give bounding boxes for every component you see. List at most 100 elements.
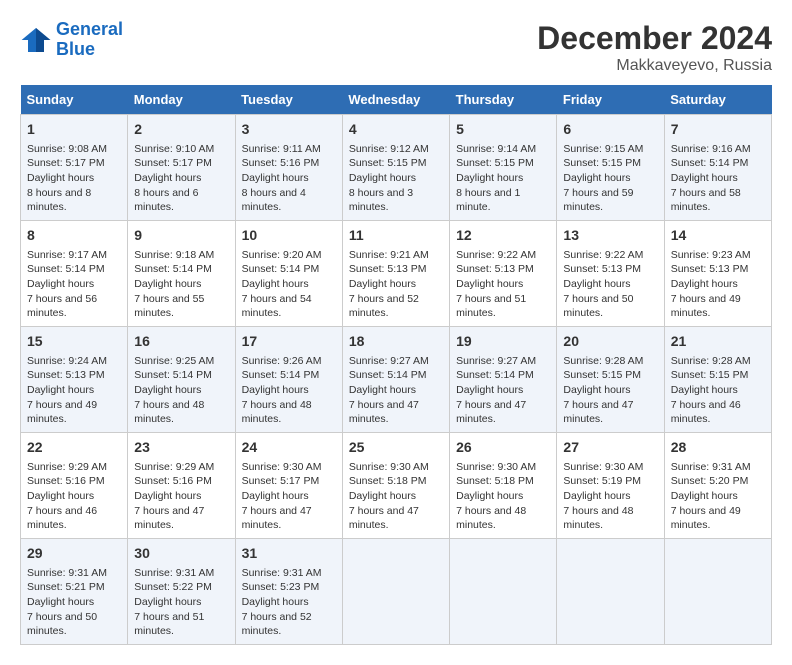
calendar-cell: 31Sunrise: 9:31 AMSunset: 5:23 PMDayligh…	[235, 539, 342, 645]
day-info: Sunrise: 9:12 AMSunset: 5:15 PMDaylight …	[349, 142, 443, 215]
day-info: Sunrise: 9:30 AMSunset: 5:19 PMDaylight …	[563, 460, 657, 533]
weekday-header: Tuesday	[235, 85, 342, 115]
day-number: 6	[563, 120, 657, 140]
day-number: 14	[671, 226, 765, 246]
page-header: General Blue December 2024 Makkaveyevo, …	[20, 20, 772, 75]
logo-text: General Blue	[56, 20, 123, 60]
day-number: 12	[456, 226, 550, 246]
calendar-cell: 6Sunrise: 9:15 AMSunset: 5:15 PMDaylight…	[557, 115, 664, 221]
day-info: Sunrise: 9:14 AMSunset: 5:15 PMDaylight …	[456, 142, 550, 215]
day-number: 5	[456, 120, 550, 140]
day-info: Sunrise: 9:20 AMSunset: 5:14 PMDaylight …	[242, 248, 336, 321]
calendar-cell: 13Sunrise: 9:22 AMSunset: 5:13 PMDayligh…	[557, 221, 664, 327]
calendar-cell: 9Sunrise: 9:18 AMSunset: 5:14 PMDaylight…	[128, 221, 235, 327]
calendar-week-row: 22Sunrise: 9:29 AMSunset: 5:16 PMDayligh…	[21, 433, 772, 539]
calendar-cell: 28Sunrise: 9:31 AMSunset: 5:20 PMDayligh…	[664, 433, 771, 539]
day-number: 24	[242, 438, 336, 458]
calendar-cell: 15Sunrise: 9:24 AMSunset: 5:13 PMDayligh…	[21, 327, 128, 433]
day-info: Sunrise: 9:22 AMSunset: 5:13 PMDaylight …	[456, 248, 550, 321]
location: Makkaveyevo, Russia	[537, 57, 772, 75]
calendar-table: SundayMondayTuesdayWednesdayThursdayFrid…	[20, 85, 772, 645]
calendar-cell: 4Sunrise: 9:12 AMSunset: 5:15 PMDaylight…	[342, 115, 449, 221]
day-info: Sunrise: 9:24 AMSunset: 5:13 PMDaylight …	[27, 354, 121, 427]
day-info: Sunrise: 9:21 AMSunset: 5:13 PMDaylight …	[349, 248, 443, 321]
calendar-cell: 7Sunrise: 9:16 AMSunset: 5:14 PMDaylight…	[664, 115, 771, 221]
logo-icon	[20, 24, 52, 56]
calendar-cell: 18Sunrise: 9:27 AMSunset: 5:14 PMDayligh…	[342, 327, 449, 433]
day-info: Sunrise: 9:16 AMSunset: 5:14 PMDaylight …	[671, 142, 765, 215]
day-number: 15	[27, 332, 121, 352]
day-number: 4	[349, 120, 443, 140]
title-block: December 2024 Makkaveyevo, Russia	[537, 20, 772, 75]
calendar-cell: 20Sunrise: 9:28 AMSunset: 5:15 PMDayligh…	[557, 327, 664, 433]
day-number: 20	[563, 332, 657, 352]
calendar-cell: 3Sunrise: 9:11 AMSunset: 5:16 PMDaylight…	[235, 115, 342, 221]
day-info: Sunrise: 9:22 AMSunset: 5:13 PMDaylight …	[563, 248, 657, 321]
calendar-week-row: 1Sunrise: 9:08 AMSunset: 5:17 PMDaylight…	[21, 115, 772, 221]
weekday-header: Saturday	[664, 85, 771, 115]
calendar-cell: 5Sunrise: 9:14 AMSunset: 5:15 PMDaylight…	[450, 115, 557, 221]
calendar-cell: 1Sunrise: 9:08 AMSunset: 5:17 PMDaylight…	[21, 115, 128, 221]
calendar-cell: 23Sunrise: 9:29 AMSunset: 5:16 PMDayligh…	[128, 433, 235, 539]
weekday-header: Thursday	[450, 85, 557, 115]
day-info: Sunrise: 9:23 AMSunset: 5:13 PMDaylight …	[671, 248, 765, 321]
day-info: Sunrise: 9:30 AMSunset: 5:17 PMDaylight …	[242, 460, 336, 533]
day-info: Sunrise: 9:31 AMSunset: 5:21 PMDaylight …	[27, 566, 121, 639]
weekday-header: Wednesday	[342, 85, 449, 115]
calendar-cell	[664, 539, 771, 645]
day-number: 17	[242, 332, 336, 352]
day-number: 2	[134, 120, 228, 140]
day-info: Sunrise: 9:27 AMSunset: 5:14 PMDaylight …	[349, 354, 443, 427]
day-number: 28	[671, 438, 765, 458]
day-number: 27	[563, 438, 657, 458]
day-number: 9	[134, 226, 228, 246]
day-number: 22	[27, 438, 121, 458]
day-info: Sunrise: 9:27 AMSunset: 5:14 PMDaylight …	[456, 354, 550, 427]
day-number: 11	[349, 226, 443, 246]
calendar-cell: 16Sunrise: 9:25 AMSunset: 5:14 PMDayligh…	[128, 327, 235, 433]
day-number: 26	[456, 438, 550, 458]
calendar-cell: 26Sunrise: 9:30 AMSunset: 5:18 PMDayligh…	[450, 433, 557, 539]
calendar-cell: 14Sunrise: 9:23 AMSunset: 5:13 PMDayligh…	[664, 221, 771, 327]
calendar-cell: 12Sunrise: 9:22 AMSunset: 5:13 PMDayligh…	[450, 221, 557, 327]
weekday-header: Monday	[128, 85, 235, 115]
day-info: Sunrise: 9:11 AMSunset: 5:16 PMDaylight …	[242, 142, 336, 215]
day-number: 3	[242, 120, 336, 140]
day-info: Sunrise: 9:29 AMSunset: 5:16 PMDaylight …	[134, 460, 228, 533]
day-number: 8	[27, 226, 121, 246]
calendar-cell: 11Sunrise: 9:21 AMSunset: 5:13 PMDayligh…	[342, 221, 449, 327]
calendar-cell	[342, 539, 449, 645]
day-info: Sunrise: 9:28 AMSunset: 5:15 PMDaylight …	[563, 354, 657, 427]
calendar-cell: 8Sunrise: 9:17 AMSunset: 5:14 PMDaylight…	[21, 221, 128, 327]
calendar-cell: 27Sunrise: 9:30 AMSunset: 5:19 PMDayligh…	[557, 433, 664, 539]
day-info: Sunrise: 9:10 AMSunset: 5:17 PMDaylight …	[134, 142, 228, 215]
day-number: 18	[349, 332, 443, 352]
day-info: Sunrise: 9:30 AMSunset: 5:18 PMDaylight …	[456, 460, 550, 533]
day-info: Sunrise: 9:31 AMSunset: 5:22 PMDaylight …	[134, 566, 228, 639]
calendar-cell: 29Sunrise: 9:31 AMSunset: 5:21 PMDayligh…	[21, 539, 128, 645]
day-info: Sunrise: 9:29 AMSunset: 5:16 PMDaylight …	[27, 460, 121, 533]
calendar-week-row: 29Sunrise: 9:31 AMSunset: 5:21 PMDayligh…	[21, 539, 772, 645]
day-info: Sunrise: 9:15 AMSunset: 5:15 PMDaylight …	[563, 142, 657, 215]
calendar-cell	[557, 539, 664, 645]
day-number: 23	[134, 438, 228, 458]
day-number: 19	[456, 332, 550, 352]
weekday-header: Sunday	[21, 85, 128, 115]
day-info: Sunrise: 9:30 AMSunset: 5:18 PMDaylight …	[349, 460, 443, 533]
day-info: Sunrise: 9:31 AMSunset: 5:23 PMDaylight …	[242, 566, 336, 639]
calendar-cell	[450, 539, 557, 645]
day-number: 16	[134, 332, 228, 352]
calendar-cell: 17Sunrise: 9:26 AMSunset: 5:14 PMDayligh…	[235, 327, 342, 433]
calendar-week-row: 8Sunrise: 9:17 AMSunset: 5:14 PMDaylight…	[21, 221, 772, 327]
calendar-cell: 2Sunrise: 9:10 AMSunset: 5:17 PMDaylight…	[128, 115, 235, 221]
day-info: Sunrise: 9:25 AMSunset: 5:14 PMDaylight …	[134, 354, 228, 427]
day-number: 29	[27, 544, 121, 564]
day-number: 1	[27, 120, 121, 140]
day-number: 21	[671, 332, 765, 352]
day-info: Sunrise: 9:08 AMSunset: 5:17 PMDaylight …	[27, 142, 121, 215]
calendar-cell: 21Sunrise: 9:28 AMSunset: 5:15 PMDayligh…	[664, 327, 771, 433]
calendar-cell: 25Sunrise: 9:30 AMSunset: 5:18 PMDayligh…	[342, 433, 449, 539]
calendar-week-row: 15Sunrise: 9:24 AMSunset: 5:13 PMDayligh…	[21, 327, 772, 433]
calendar-header: SundayMondayTuesdayWednesdayThursdayFrid…	[21, 85, 772, 115]
calendar-cell: 19Sunrise: 9:27 AMSunset: 5:14 PMDayligh…	[450, 327, 557, 433]
